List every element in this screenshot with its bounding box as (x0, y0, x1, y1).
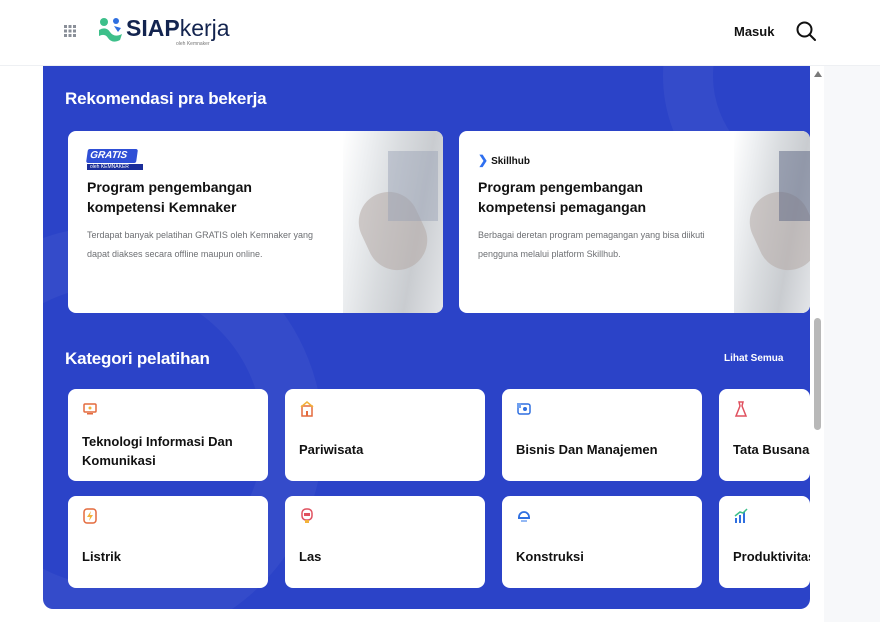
building-icon (300, 401, 314, 417)
side-strip (824, 66, 880, 622)
vertical-scrollbar[interactable] (811, 66, 824, 609)
card-title: Program pengembangan kompetensi pemagang… (478, 179, 647, 215)
category-name: Produktivitas (733, 549, 810, 564)
category-card-listrik[interactable]: Listrik (68, 496, 268, 588)
welding-icon (301, 508, 313, 523)
category-title: Kategori pelatihan (65, 349, 210, 368)
card-photo (734, 131, 810, 313)
card-description: Berbagai deretan program pemagangan yang… (478, 230, 705, 259)
category-card-las[interactable]: Las (285, 496, 485, 588)
recommendation-card-skillhub[interactable]: ❯ Skillhub Program pengembangan kompetens… (459, 131, 810, 313)
card-photo (343, 131, 443, 313)
business-icon (517, 403, 531, 415)
category-name: Konstruksi (516, 549, 584, 564)
siapkerja-logo-mark-icon (99, 18, 122, 42)
scrollbar-thumb[interactable] (814, 318, 821, 430)
main-panel: Rekomendasi pra bekerja GRATIS oleh KEMN… (43, 66, 810, 609)
lightning-icon (83, 508, 97, 524)
search-icon[interactable] (795, 20, 817, 42)
category-card-tata-busana[interactable]: Tata Busana (719, 389, 810, 481)
computer-icon (83, 403, 97, 415)
category-card-pariwisata[interactable]: Pariwisata (285, 389, 485, 481)
gratis-badge: GRATIS oleh KEMNAKER (86, 149, 145, 171)
category-name: Listrik (82, 549, 122, 564)
category-name: Teknologi Informasi Dan Komunikasi (82, 434, 233, 468)
category-name: Bisnis Dan Manajemen (516, 442, 658, 457)
scroll-up-arrow-icon[interactable] (814, 71, 822, 77)
top-bar: SIAPkerja oleh Kemnaker Masuk (0, 0, 880, 66)
dress-icon (734, 401, 748, 417)
recommendation-card-kemnaker[interactable]: GRATIS oleh KEMNAKER Program pengembanga… (68, 131, 443, 313)
login-button[interactable]: Masuk (734, 24, 774, 39)
skillhub-badge: ❯ Skillhub (478, 153, 530, 167)
category-card-tik[interactable]: Teknologi Informasi Dan Komunikasi (68, 389, 268, 481)
construction-icon (518, 511, 530, 522)
category-name: Tata Busana (733, 442, 810, 457)
card-description: Terdapat banyak pelatihan GRATIS oleh Ke… (87, 230, 313, 259)
category-card-bisnis[interactable]: Bisnis Dan Manajemen (502, 389, 702, 481)
grid-menu-icon[interactable] (64, 25, 76, 37)
category-card-produktivitas[interactable]: Produktivitas (719, 496, 810, 588)
skillhub-arrow-icon: ❯ (478, 153, 489, 167)
see-all-link[interactable]: Lihat Semua (724, 353, 783, 364)
category-name: Las (299, 549, 322, 564)
logo-text: SIAPkerja (126, 15, 230, 41)
chart-icon (734, 508, 748, 523)
recommendation-title: Rekomendasi pra bekerja (65, 89, 267, 108)
card-title: Program pengembangan kompetensi Kemnaker (87, 179, 252, 215)
category-card-konstruksi[interactable]: Konstruksi (502, 496, 702, 588)
category-name: Pariwisata (299, 442, 364, 457)
siapkerja-logo[interactable]: SIAPkerja oleh Kemnaker (96, 12, 230, 50)
logo-subtext: oleh Kemnaker (176, 41, 210, 47)
